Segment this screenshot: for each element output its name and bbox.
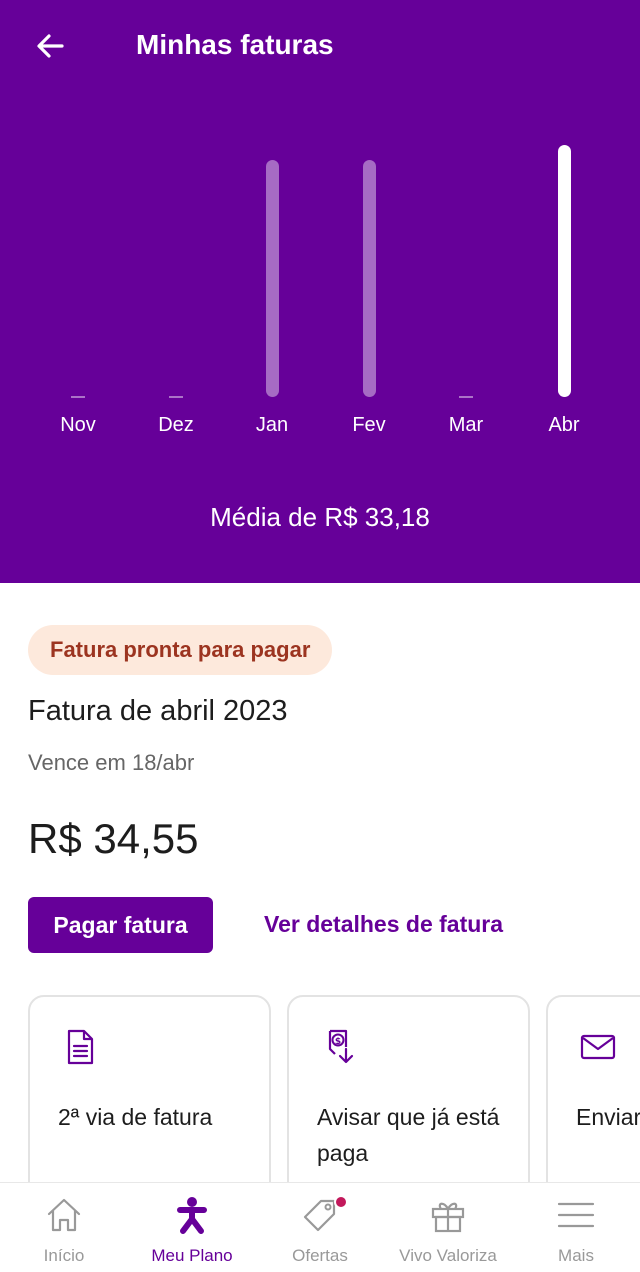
chart-month-label: Mar <box>448 414 484 436</box>
chart-bar-fev[interactable] <box>363 160 376 397</box>
invoice-history-chart: Nov Dez Jan Fev Mar Abr <box>0 120 640 450</box>
card-label: Avisar que já está paga <box>317 1104 500 1166</box>
chart-empty-marker-dez <box>169 396 183 398</box>
nav-label: Início <box>43 1246 85 1265</box>
vivo-person-icon <box>177 1197 207 1234</box>
average-amount: Média de R$ 33,18 <box>210 502 430 532</box>
card-label: Enviar e-mail <box>576 1104 640 1130</box>
nav-label: Mais <box>558 1246 594 1265</box>
chart-month-label: Fev <box>352 414 386 436</box>
back-button[interactable] <box>28 24 72 68</box>
nav-item-ofertas[interactable]: Ofertas <box>256 1183 384 1272</box>
card-second-copy[interactable]: 2ª via de fatura <box>28 995 271 1183</box>
nav-item-mais[interactable]: Mais <box>512 1183 640 1272</box>
bottom-navigation: Início Meu Plano Ofertas Vivo Valoriza M… <box>0 1182 640 1272</box>
chart-month-label: Nov <box>60 414 96 436</box>
chart-bar-jan[interactable] <box>266 160 279 397</box>
mail-icon <box>580 1034 616 1060</box>
chart-month-label: Abr <box>548 414 580 436</box>
action-cards: 2ª via de fatura $ Avisar que já está pa… <box>28 995 640 1183</box>
arrow-left-icon <box>37 34 64 58</box>
nav-item-inicio[interactable]: Início <box>0 1183 128 1272</box>
pay-invoice-button[interactable]: Pagar fatura <box>28 897 213 953</box>
svg-text:$: $ <box>335 1037 341 1047</box>
page-title: Minhas faturas <box>136 29 334 60</box>
card-send-email[interactable]: Enviar e-mail <box>546 995 640 1183</box>
chart-month-label: Jan <box>255 414 289 436</box>
gift-icon <box>431 1202 465 1233</box>
document-icon <box>67 1029 94 1065</box>
nav-item-meu-plano[interactable]: Meu Plano <box>128 1183 256 1272</box>
menu-icon <box>557 1202 595 1228</box>
payment-notice-icon: $ <box>328 1029 354 1064</box>
invoice-details-link[interactable]: Ver detalhes de fatura <box>264 908 503 940</box>
nav-item-vivo-valoriza[interactable]: Vivo Valoriza <box>384 1183 512 1272</box>
notification-badge <box>334 1195 348 1209</box>
chart-empty-marker-mar <box>459 396 473 398</box>
due-date: Vence em 18/abr <box>28 750 195 775</box>
invoice-title: Fatura de abril 2023 <box>28 695 288 727</box>
invoice-section: Fatura pronta para pagar Fatura de abril… <box>0 583 640 1183</box>
home-icon <box>47 1198 81 1232</box>
chart-empty-marker-nov <box>71 396 85 398</box>
status-badge: Fatura pronta para pagar <box>28 625 333 675</box>
nav-label: Vivo Valoriza <box>399 1246 497 1265</box>
chart-bar-abr[interactable] <box>558 145 571 397</box>
nav-label: Meu Plano <box>151 1246 233 1265</box>
chart-month-label: Dez <box>158 414 194 436</box>
card-already-paid[interactable]: $ Avisar que já está paga <box>287 995 530 1183</box>
card-label: 2ª via de fatura <box>58 1104 213 1130</box>
nav-label: Ofertas <box>292 1246 348 1265</box>
invoice-amount: R$ 34,55 <box>28 815 199 862</box>
header: Minhas faturas Nov Dez Jan Fev Mar Abr Média … <box>0 0 640 583</box>
